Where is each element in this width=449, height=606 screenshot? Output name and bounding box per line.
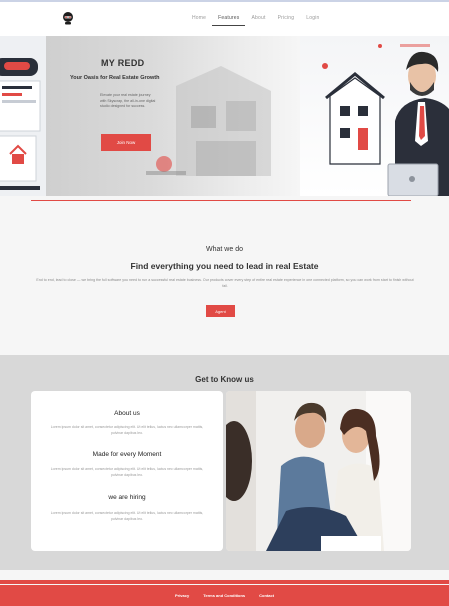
nav-login[interactable]: Login	[300, 15, 325, 26]
main-nav: Home Features About Pricing Login	[186, 15, 325, 26]
hero-description: Elevate your real estate journey with Sk…	[100, 93, 156, 109]
couple-photo	[226, 391, 411, 551]
hero-left-illustration	[0, 36, 46, 196]
we-are-hiring-text: Lorem ipsum dolor sit amet, consectetur …	[50, 511, 204, 521]
made-for-every-moment-heading: Made for every Moment	[92, 451, 162, 458]
what-we-do-title: Find everything you need to lead in real…	[130, 261, 319, 271]
get-to-know-us-title: Get to Know us	[195, 375, 254, 384]
agent-button[interactable]: Agent	[206, 305, 235, 317]
hero-subtitle: Your Oasis for Real Estate Growth	[70, 75, 160, 81]
what-we-do-description: End to end, lead to close — we bring the…	[36, 278, 414, 288]
nav-about[interactable]: About	[245, 15, 271, 26]
nav-features[interactable]: Features	[212, 15, 246, 26]
nav-home[interactable]: Home	[186, 15, 212, 26]
join-now-button[interactable]: Join Now	[101, 134, 151, 151]
we-are-hiring-heading: we are hiring	[108, 494, 146, 501]
hero-agent-illustration	[300, 36, 449, 196]
about-us-heading: About us	[114, 410, 140, 417]
footer-links: Privacy Terms and Conditions Contact	[0, 593, 449, 598]
hero-banner	[46, 36, 306, 196]
logo-robot-icon[interactable]	[61, 11, 75, 25]
section-divider	[31, 200, 411, 201]
site-header: Home Features About Pricing Login	[0, 2, 449, 36]
footer-accent-bar	[0, 580, 449, 584]
info-card: About us Lorem ipsum dolor sit amet, con…	[31, 391, 223, 551]
footer-link-contact[interactable]: Contact	[259, 593, 274, 598]
hero-section: MY REDD Your Oasis for Real Estate Growt…	[0, 36, 449, 196]
made-for-every-moment-text: Lorem ipsum dolor sit amet, consectetur …	[50, 467, 204, 477]
what-we-do-label: What we do	[206, 246, 243, 253]
about-us-text: Lorem ipsum dolor sit amet, consectetur …	[50, 425, 204, 435]
footer-link-terms[interactable]: Terms and Conditions	[203, 593, 245, 598]
footer-link-privacy[interactable]: Privacy	[175, 593, 189, 598]
hero-title: MY REDD	[101, 58, 145, 68]
nav-pricing[interactable]: Pricing	[272, 15, 301, 26]
